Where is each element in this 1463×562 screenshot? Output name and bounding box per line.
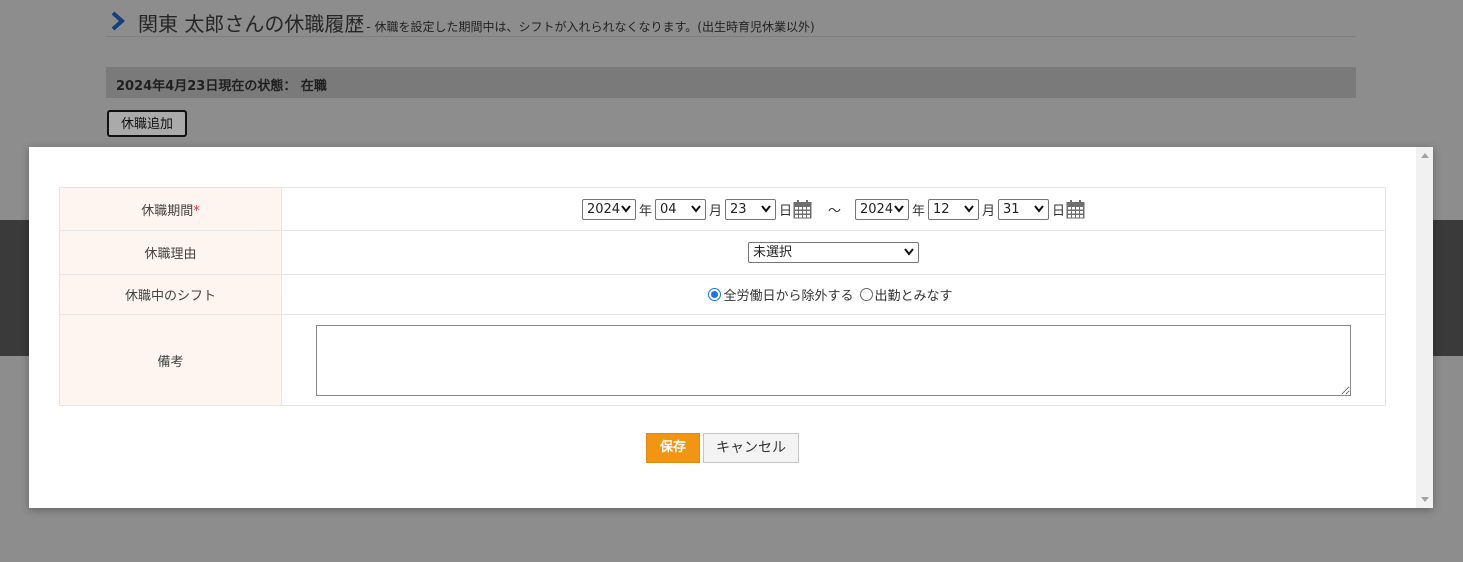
chevron-down-icon [621,204,631,213]
radio-count-as-attendance[interactable] [859,288,873,301]
day-unit: 日 [1052,203,1066,219]
leave-form-table: 休職期間* 2024 年 04 月 23 日 ～ 2024 年 12 月 31 日 休職理由 未選択 休… [59,187,1386,406]
end-year-select[interactable]: 2024 [855,198,909,220]
reason-label: 休職理由 [59,230,282,275]
chevron-down-icon [691,204,701,213]
end-day-select[interactable]: 31 [998,198,1050,220]
period-separator: ～ [827,203,841,219]
period-field: 2024 年 04 月 23 日 ～ 2024 年 12 月 31 日 [281,187,1386,231]
month-unit: 月 [708,203,722,219]
shift-row: 休職中のシフト 全労働日から除外する 出勤とみなす [59,274,1386,315]
cancel-button[interactable]: キャンセル [703,433,799,463]
scroll-up-arrow-icon[interactable] [1421,153,1429,158]
note-textarea[interactable] [316,324,1351,396]
reason-row: 休職理由 未選択 [59,230,1386,275]
leave-edit-modal: 休職期間* 2024 年 04 月 23 日 ～ 2024 年 12 月 31 日 休職理由 未選択 休… [29,147,1433,508]
month-unit: 月 [982,203,996,219]
year-unit: 年 [638,203,652,219]
start-day-value: 23 [729,201,747,217]
page-header: 関東 太郎さんの休職履歴 - 休職を設定した期間中は、シフトが入れられなくなります… [106,8,1356,37]
start-month-select[interactable]: 04 [654,198,706,220]
reason-select[interactable]: 未選択 [748,242,919,263]
calendar-icon[interactable] [1066,199,1085,219]
shift-label: 休職中のシフト [59,274,282,315]
start-year-select[interactable]: 2024 [581,198,636,220]
save-button[interactable]: 保存 [646,433,700,463]
page-title-text: 関東 太郎さんの休職履歴 [138,12,365,36]
note-label: 備考 [59,314,282,406]
period-row: 休職期間* 2024 年 04 月 23 日 ～ 2024 年 12 月 31 日 [59,187,1386,231]
start-day-select[interactable]: 23 [724,198,776,220]
period-label: 休職期間* [59,187,282,231]
modal-actions: 保存 キャンセル [646,433,799,463]
day-unit: 日 [778,203,792,219]
radio-exclude-workdays-label[interactable]: 全労働日から除外する [723,289,853,304]
end-month-value: 12 [933,201,950,217]
year-unit: 年 [912,203,926,219]
scroll-down-arrow-icon[interactable] [1421,497,1429,502]
chevron-right-icon [111,11,126,31]
radio-exclude-workdays[interactable] [708,288,722,301]
end-day-value: 31 [1003,201,1020,217]
radio-count-as-attendance-label[interactable]: 出勤とみなす [875,289,953,304]
required-mark: * [193,203,200,219]
chevron-down-icon [894,204,904,213]
note-field [281,314,1386,406]
reason-field: 未選択 [281,230,1386,275]
chevron-down-icon [1034,204,1044,213]
note-row: 備考 [59,314,1386,406]
status-bar: 2024年4月23日現在の状態： 在職 [106,67,1356,98]
shift-field: 全労働日から除外する 出勤とみなす [281,274,1386,315]
chevron-down-icon [964,204,974,213]
end-month-select[interactable]: 12 [928,198,980,220]
start-month-value: 04 [659,201,677,217]
reason-select-value: 未選択 [753,245,793,260]
period-label-text: 休職期間 [141,203,194,219]
page-subtitle: - 休職を設定した期間中は、シフトが入れられなくなります。(出生時育児休業以外) [366,20,815,34]
page-title: 関東 太郎さんの休職履歴 - 休職を設定した期間中は、シフトが入れられなくなります… [138,8,815,37]
modal-scrollbar[interactable] [1416,147,1433,508]
status-text: 2024年4月23日現在の状態： 在職 [116,79,327,94]
chevron-down-icon [904,248,914,256]
start-year-value: 2024 [586,201,621,217]
calendar-icon[interactable] [793,199,812,219]
add-leave-button[interactable]: 休職追加 [107,110,187,137]
end-year-value: 2024 [860,201,894,217]
chevron-down-icon [761,204,771,213]
